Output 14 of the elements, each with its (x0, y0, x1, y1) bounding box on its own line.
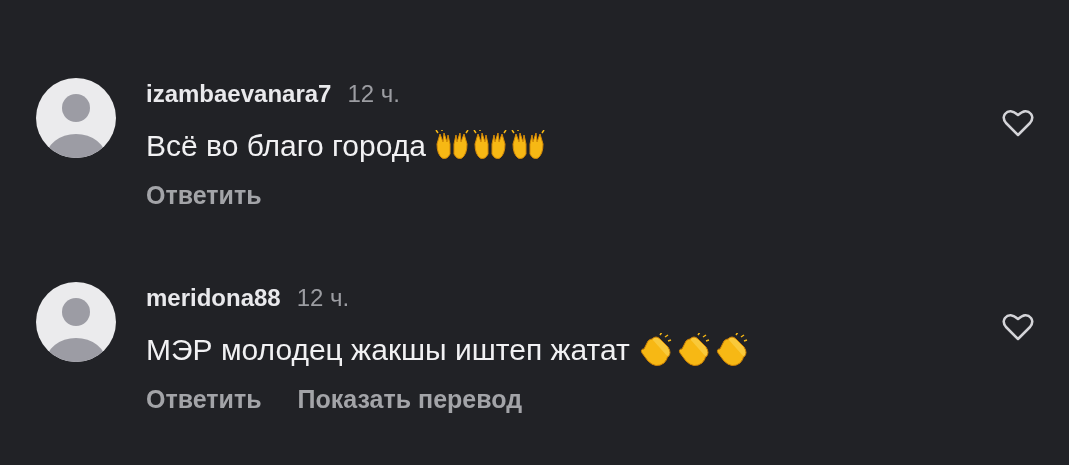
action-link[interactable]: Показать перевод (297, 384, 523, 414)
comment-text: Всё во благо города (146, 128, 426, 164)
timestamp: 12 ч. (347, 80, 400, 108)
raised-hands-icon (433, 130, 470, 162)
action-link[interactable]: Ответить (146, 384, 262, 414)
action-link[interactable]: Ответить (146, 180, 262, 210)
heart-icon[interactable] (1002, 108, 1034, 138)
heart-icon[interactable] (1002, 312, 1034, 342)
comment-text: МЭР молодец жакшы иштеп жатат (146, 332, 630, 368)
username[interactable]: izambaevanara7 (146, 80, 332, 108)
username[interactable]: meridona88 (146, 284, 281, 312)
timestamp: 12 ч. (296, 284, 350, 312)
raised-hands-icon (471, 130, 508, 162)
raised-hands-icon (509, 130, 546, 162)
